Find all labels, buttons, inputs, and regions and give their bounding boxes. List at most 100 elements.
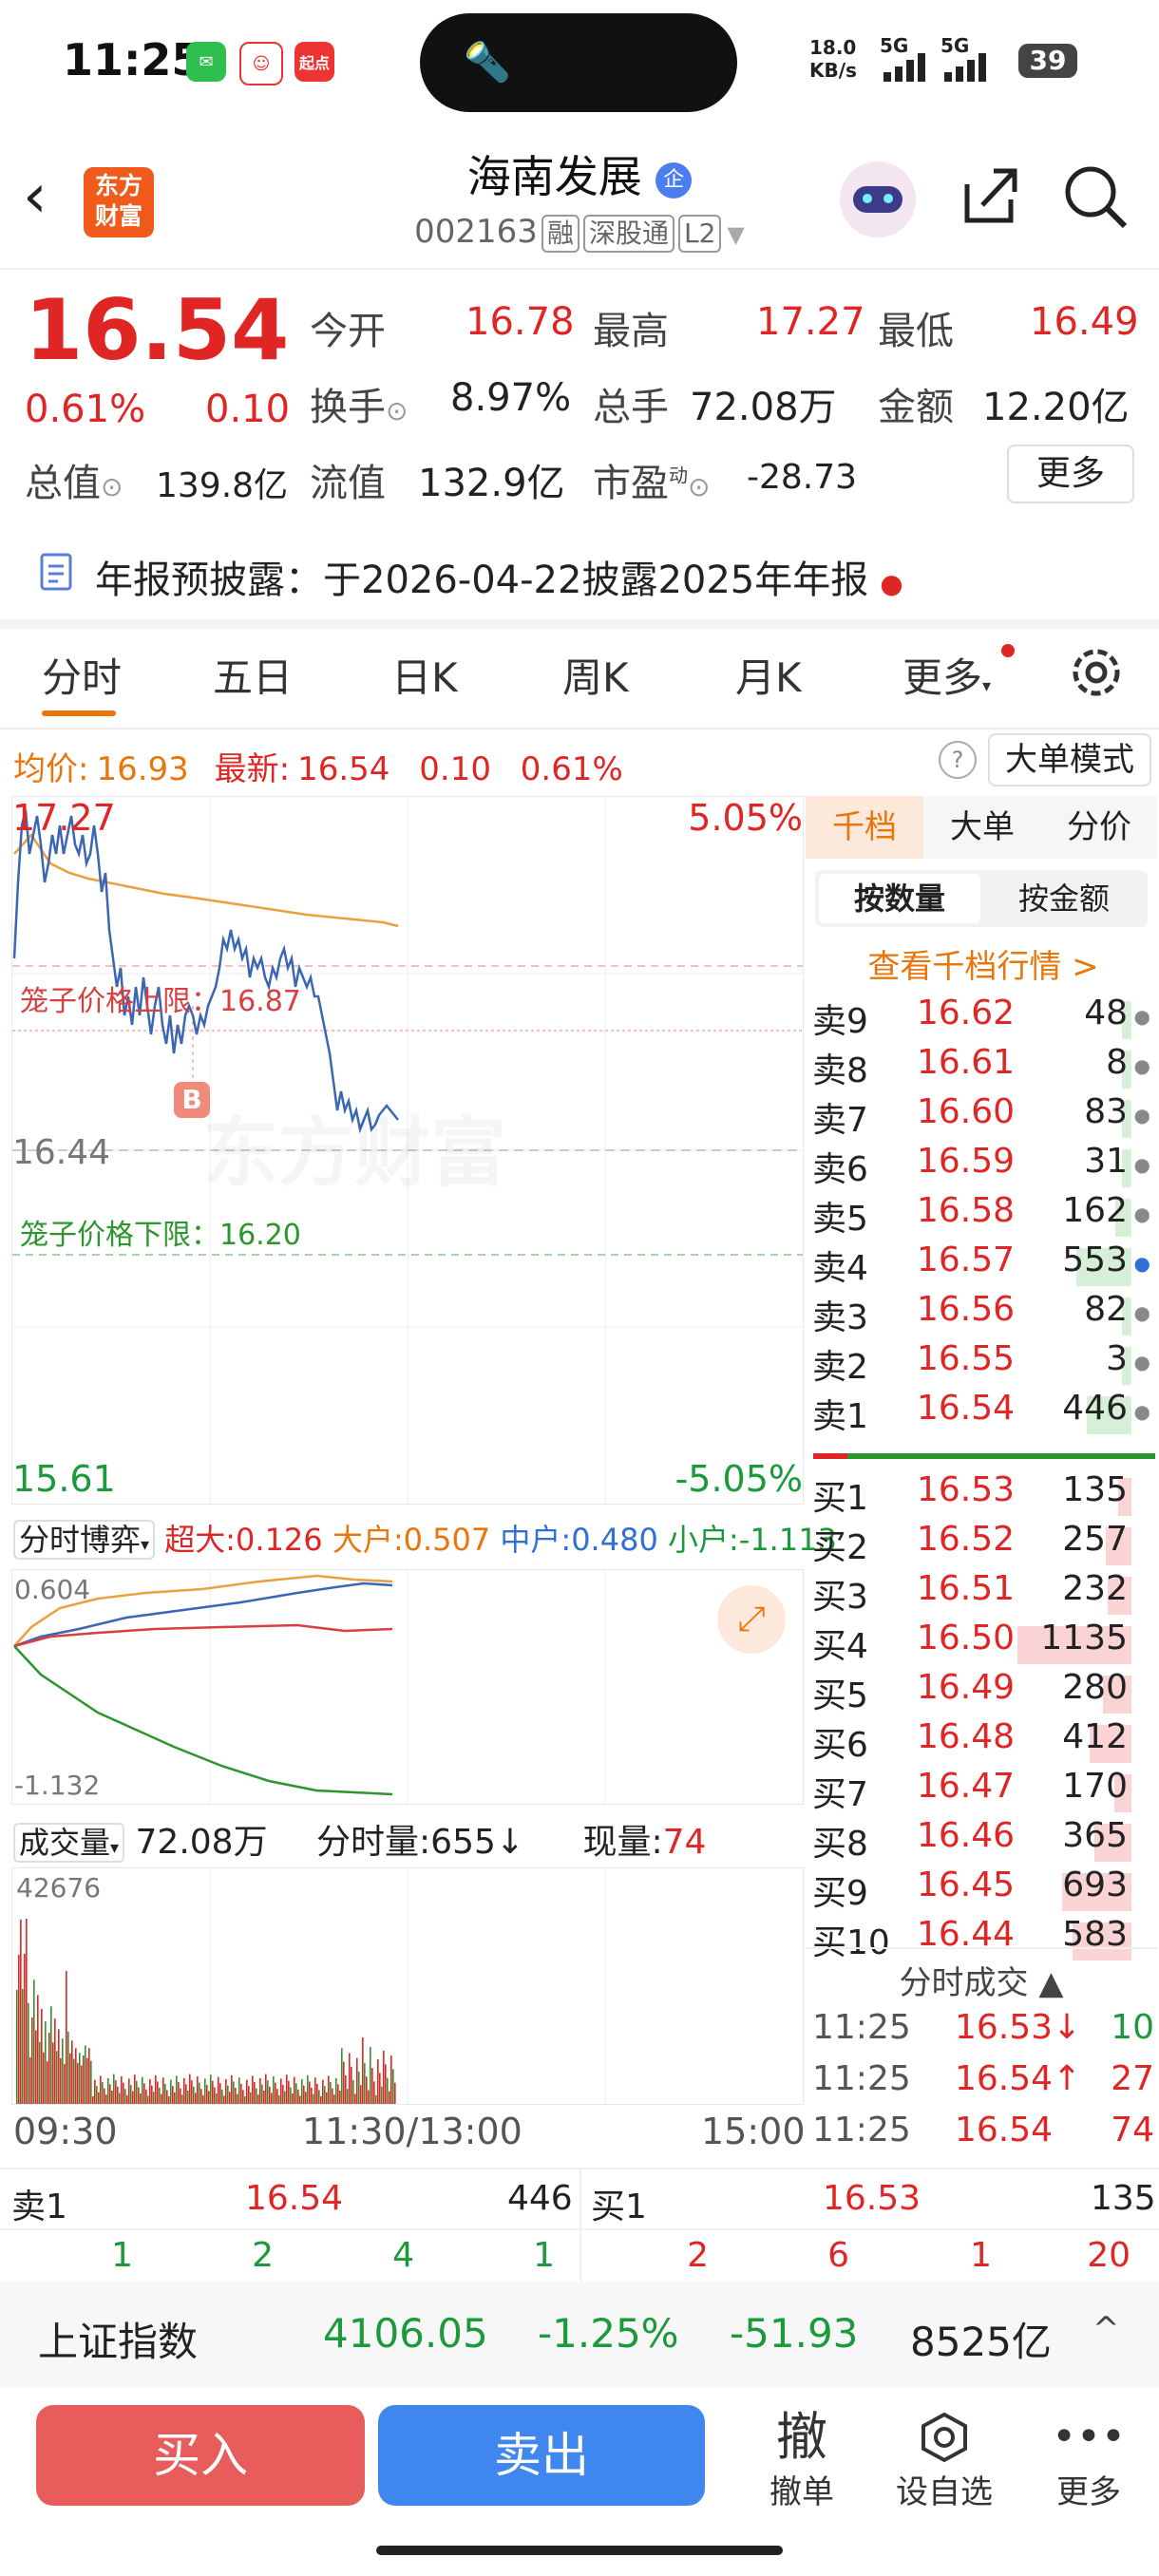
tab-price-dist[interactable]: 分价 [1041, 796, 1157, 859]
volume-bar-mark [309, 2081, 311, 2104]
volume-label: 总手 [593, 386, 669, 429]
tab-thousand[interactable]: 千档 [806, 796, 923, 859]
volume-bar-mark [358, 2072, 360, 2104]
bid-row[interactable]: 买6 16.48 412 [812, 1717, 1154, 1767]
bid-row[interactable]: 买2 16.52 257 [812, 1520, 1154, 1569]
game-selector[interactable]: 分时博弈▾ [13, 1520, 156, 1560]
share-icon[interactable] [956, 161, 1022, 232]
document-icon [36, 551, 78, 597]
level-price: 16.62 [917, 994, 1016, 1032]
index-bar[interactable]: 上证指数 4106.05 -1.25% -51.93 8525亿 ^ [0, 2282, 1159, 2388]
view-depth-link[interactable]: 查看千档行情 > [817, 940, 1150, 987]
tab-daily-k[interactable]: 日K [391, 646, 458, 704]
ask-row[interactable]: 卖7 16.60 83 ● [812, 1092, 1154, 1142]
volume-bar-mark [368, 2090, 370, 2104]
tab-intraday[interactable]: 分时 [42, 646, 122, 704]
expand-icon[interactable]: ⤢ [717, 1585, 786, 1654]
volume-bar-mark [316, 2083, 318, 2104]
volume-bar-mark [240, 2083, 242, 2104]
subtab-by-amount[interactable]: 按金额 [984, 874, 1144, 923]
volume-bar-mark [351, 2066, 352, 2104]
buy-detail: 6 [827, 2236, 849, 2275]
level-qty: 412 [1062, 1717, 1128, 1756]
bid-row[interactable]: 买7 16.47 170 [812, 1767, 1154, 1816]
volume-bar-mark [75, 2048, 77, 2104]
ask-row[interactable]: 卖1 16.54 446 ● [812, 1389, 1154, 1438]
volume-bar: 成交量▾ 72.08万 分时量:655↓ 现量:74 [13, 1814, 706, 1864]
volume-bar-mark [67, 2031, 69, 2104]
bid-row[interactable]: 买8 16.46 365 [812, 1816, 1154, 1866]
more-quote-button[interactable]: 更多 [1007, 445, 1134, 503]
level-price: 16.56 [917, 1290, 1016, 1329]
bid-row[interactable]: 买9 16.45 693 [812, 1866, 1154, 1915]
latest-label: 最新: [214, 750, 291, 788]
level-price: 16.52 [917, 1520, 1016, 1559]
tab-big-order[interactable]: 大单 [923, 796, 1041, 859]
game-chart-svg [13, 1570, 606, 1804]
volume-bar-mark [48, 2032, 50, 2104]
buy-button[interactable]: 买入 [36, 2405, 365, 2506]
level1-sell-qty: 446 [507, 2179, 573, 2218]
volume-chart[interactable]: 42676 [11, 1867, 804, 2105]
level-price: 16.60 [917, 1092, 1016, 1131]
tab-more[interactable]: 更多▾ [902, 646, 991, 704]
more-tool[interactable]: ••• 更多 [1032, 2409, 1146, 2512]
info-icon[interactable]: ⊙ [688, 471, 710, 502]
ask-row[interactable]: 卖9 16.62 48 ● [812, 994, 1154, 1043]
index-value: 4106.05 [323, 2310, 488, 2357]
game-chart[interactable]: 0.604 -1.132 ⤢ [11, 1569, 804, 1805]
ask-row[interactable]: 卖8 16.61 8 ● [812, 1043, 1154, 1092]
mid-value: 0.480 [571, 1522, 658, 1558]
robot-avatar-icon[interactable] [840, 161, 916, 237]
volume-bar-mark [90, 2060, 92, 2104]
volume-bar-mark [47, 2061, 48, 2104]
tab-monthly-k[interactable]: 月K [735, 646, 802, 704]
search-icon[interactable] [1062, 163, 1129, 234]
mktcap-label-text: 总值 [25, 462, 101, 505]
subtab-by-qty[interactable]: 按数量 [819, 874, 980, 923]
info-icon[interactable]: ⊙ [101, 471, 123, 502]
notice-text-content: 年报预披露：于2026-04-22披露2025年年报 [95, 559, 869, 602]
game-min: -1.132 [14, 1770, 101, 1801]
volume-bar-mark [360, 2085, 362, 2104]
cancel-order-tool[interactable]: 撤 撤单 [745, 2409, 859, 2512]
ask-row[interactable]: 卖6 16.59 31 ● [812, 1142, 1154, 1191]
chevron-up-icon[interactable]: ^ [1092, 2310, 1120, 2348]
level-dot: ● [1133, 1104, 1150, 1127]
help-icon[interactable]: ? [939, 741, 977, 779]
bid-row[interactable]: 买1 16.53 135 [812, 1470, 1154, 1520]
level1-sell-label: 卖1 [11, 2188, 67, 2226]
intraday-chart[interactable]: 17.27 5.05% 16.44 15.61 -5.05% 笼子价格上限：16… [11, 796, 804, 1505]
volume-value: 72.08万 [690, 386, 837, 429]
level-price: 16.59 [917, 1142, 1016, 1181]
bid-row[interactable]: 买4 16.50 1135 [812, 1619, 1154, 1668]
bid-row[interactable]: 买5 16.49 280 [812, 1668, 1154, 1717]
ask-row[interactable]: 卖3 16.56 82 ● [812, 1290, 1154, 1339]
chevron-down-icon[interactable]: ▼ [727, 221, 744, 248]
ask-row[interactable]: 卖5 16.58 162 ● [812, 1191, 1154, 1241]
ticks-title[interactable]: 分时成交 ▲ [806, 1957, 1157, 2003]
chart-top-price: 17.27 [12, 797, 116, 839]
volume-bar-mark [170, 2079, 172, 2104]
volume-selector[interactable]: 成交量▾ [13, 1823, 125, 1863]
more-dots-icon: ••• [1052, 2413, 1126, 2461]
ask-row[interactable]: 卖4 16.57 553 ● [812, 1241, 1154, 1290]
info-bar: 均价: 16.93 最新: 16.54 0.10 0.61% [13, 743, 623, 789]
info-icon[interactable]: ⊙ [386, 395, 408, 426]
sell-button[interactable]: 卖出 [378, 2405, 705, 2506]
big-order-mode-button[interactable]: 大单模式 [988, 733, 1151, 786]
level-price: 16.49 [917, 1668, 1016, 1707]
tab-five-day[interactable]: 五日 [213, 646, 293, 704]
gear-icon[interactable] [1066, 642, 1127, 707]
watermark: 东方财富 [202, 1091, 506, 1202]
bid-row[interactable]: 买3 16.51 232 [812, 1569, 1154, 1619]
volume-bar-mark [185, 2084, 187, 2104]
sell-detail: 2 [252, 2236, 274, 2275]
volume-bar-mark [273, 2076, 275, 2104]
tab-weekly-k[interactable]: 周K [562, 646, 629, 704]
ask-row[interactable]: 卖2 16.55 3 ● [812, 1339, 1154, 1389]
volume-bar-mark [77, 2062, 79, 2104]
add-watch-tool[interactable]: 设自选 [887, 2409, 1001, 2512]
volume-bar-mark [157, 2081, 159, 2104]
notice-text[interactable]: 年报预披露：于2026-04-22披露2025年年报 ● [95, 549, 903, 604]
